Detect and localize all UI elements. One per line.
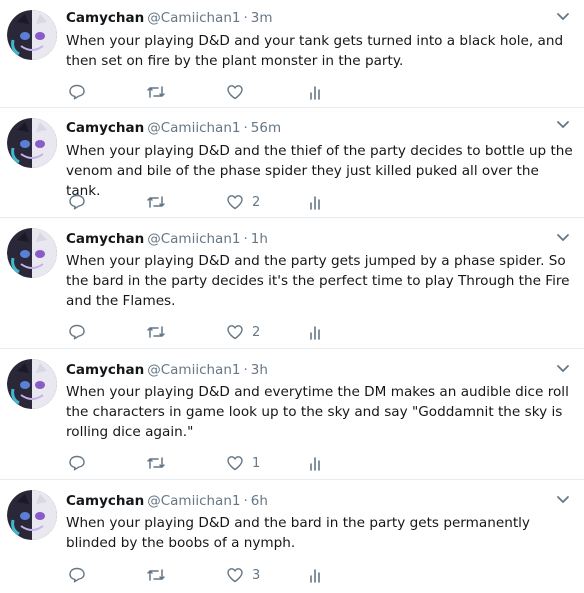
tweet-actions: 3 <box>66 565 336 585</box>
avatar[interactable] <box>7 228 57 278</box>
chevron-down-icon[interactable] <box>556 364 570 374</box>
chevron-down-icon[interactable] <box>556 12 570 22</box>
analytics-icon <box>310 569 320 583</box>
retweet-button[interactable] <box>146 82 166 102</box>
reply-icon <box>69 84 85 100</box>
avatar-image <box>7 359 57 409</box>
timeline: Camychan @Camiichan1 · 3m When your playing… <box>0 0 584 593</box>
separator: · <box>243 362 248 378</box>
display-name[interactable]: Camychan <box>66 231 144 247</box>
like-count: 2 <box>252 194 261 210</box>
reply-button[interactable] <box>68 82 86 102</box>
retweet-icon <box>147 457 165 469</box>
like-button[interactable]: 1 <box>226 453 260 473</box>
display-name[interactable]: Camychan <box>66 10 144 26</box>
timestamp[interactable]: 6h <box>251 493 268 509</box>
heart-icon <box>227 568 243 583</box>
analytics-icon <box>310 457 320 471</box>
analytics-button[interactable] <box>309 565 323 585</box>
timestamp[interactable]: 3m <box>251 10 273 26</box>
timestamp[interactable]: 3h <box>251 362 268 378</box>
heart-icon <box>227 195 243 210</box>
analytics-icon <box>310 196 320 210</box>
avatar[interactable] <box>7 359 57 409</box>
reply-button[interactable] <box>68 322 86 342</box>
user-handle[interactable]: @Camiichan1 <box>147 120 240 136</box>
chevron-down-icon[interactable] <box>556 233 570 243</box>
user-handle[interactable]: @Camiichan1 <box>147 10 240 26</box>
reply-icon <box>69 324 85 340</box>
tweet-header: Camychan @Camiichan1 · 1h <box>66 230 268 248</box>
timestamp[interactable]: 1h <box>251 231 268 247</box>
retweet-icon <box>147 86 165 98</box>
display-name[interactable]: Camychan <box>66 362 144 378</box>
tweet-actions: 2 <box>66 192 336 212</box>
avatar[interactable] <box>7 118 57 168</box>
separator: · <box>243 10 248 26</box>
like-count: 2 <box>252 324 261 340</box>
tweet-text: When your playing D&D and the bard in th… <box>66 515 530 551</box>
user-handle[interactable]: @Camiichan1 <box>147 231 240 247</box>
heart-icon <box>227 85 243 100</box>
reply-button[interactable] <box>68 565 86 585</box>
like-button[interactable]: 2 <box>226 192 260 212</box>
avatar-image <box>7 118 57 168</box>
avatar[interactable] <box>7 10 57 60</box>
like-button[interactable] <box>226 82 252 102</box>
timestamp[interactable]: 56m <box>251 120 281 136</box>
like-count: 1 <box>252 455 261 471</box>
user-handle[interactable]: @Camiichan1 <box>147 493 240 509</box>
tweet[interactable]: Camychan @Camiichan1 · 6h When your playing… <box>0 480 584 593</box>
like-count: 3 <box>252 567 261 583</box>
chevron-down-icon[interactable] <box>556 495 570 505</box>
like-button[interactable]: 3 <box>226 565 260 585</box>
tweet[interactable]: Camychan @Camiichan1 · 3m When your playing… <box>0 0 584 108</box>
reply-button[interactable] <box>68 453 86 473</box>
analytics-icon <box>310 86 320 100</box>
reply-icon <box>69 455 85 471</box>
tweet-actions <box>66 82 336 102</box>
tweet-actions: 2 <box>66 322 336 342</box>
analytics-button[interactable] <box>309 192 323 212</box>
analytics-button[interactable] <box>309 322 323 342</box>
display-name[interactable]: Camychan <box>66 120 144 136</box>
tweet-text: When your playing D&D and everytime the … <box>66 384 569 440</box>
analytics-button[interactable] <box>309 82 323 102</box>
tweet-header: Camychan @Camiichan1 · 3h <box>66 361 268 379</box>
retweet-icon <box>147 569 165 581</box>
like-button[interactable]: 2 <box>226 322 260 342</box>
reply-button[interactable] <box>68 192 86 212</box>
retweet-icon <box>147 196 165 208</box>
display-name[interactable]: Camychan <box>66 493 144 509</box>
tweet[interactable]: Camychan @Camiichan1 · 56m When your playin… <box>0 108 584 218</box>
analytics-button[interactable] <box>309 453 323 473</box>
avatar[interactable] <box>7 490 57 540</box>
avatar-image <box>7 10 57 60</box>
tweet-header: Camychan @Camiichan1 · 56m <box>66 119 281 137</box>
chevron-down-icon[interactable] <box>556 120 570 130</box>
tweet-text: When your playing D&D and the party gets… <box>66 253 570 309</box>
retweet-icon <box>147 326 165 338</box>
analytics-icon <box>310 326 320 340</box>
retweet-button[interactable] <box>146 192 166 212</box>
retweet-button[interactable] <box>146 322 166 342</box>
tweet[interactable]: Camychan @Camiichan1 · 1h When your playing… <box>0 218 584 349</box>
avatar-image <box>7 228 57 278</box>
retweet-button[interactable] <box>146 565 166 585</box>
tweet-actions: 1 <box>66 453 336 473</box>
separator: · <box>243 493 248 509</box>
avatar-image <box>7 490 57 540</box>
tweet-header: Camychan @Camiichan1 · 6h <box>66 492 268 510</box>
tweet-header: Camychan @Camiichan1 · 3m <box>66 9 273 27</box>
tweet-text: When your playing D&D and your tank gets… <box>66 33 564 69</box>
user-handle[interactable]: @Camiichan1 <box>147 362 240 378</box>
heart-icon <box>227 456 243 471</box>
separator: · <box>243 120 248 136</box>
reply-icon <box>69 567 85 583</box>
reply-icon <box>69 194 85 210</box>
tweet[interactable]: Camychan @Camiichan1 · 3h When your playing… <box>0 349 584 480</box>
heart-icon <box>227 325 243 340</box>
retweet-button[interactable] <box>146 453 166 473</box>
separator: · <box>243 231 248 247</box>
